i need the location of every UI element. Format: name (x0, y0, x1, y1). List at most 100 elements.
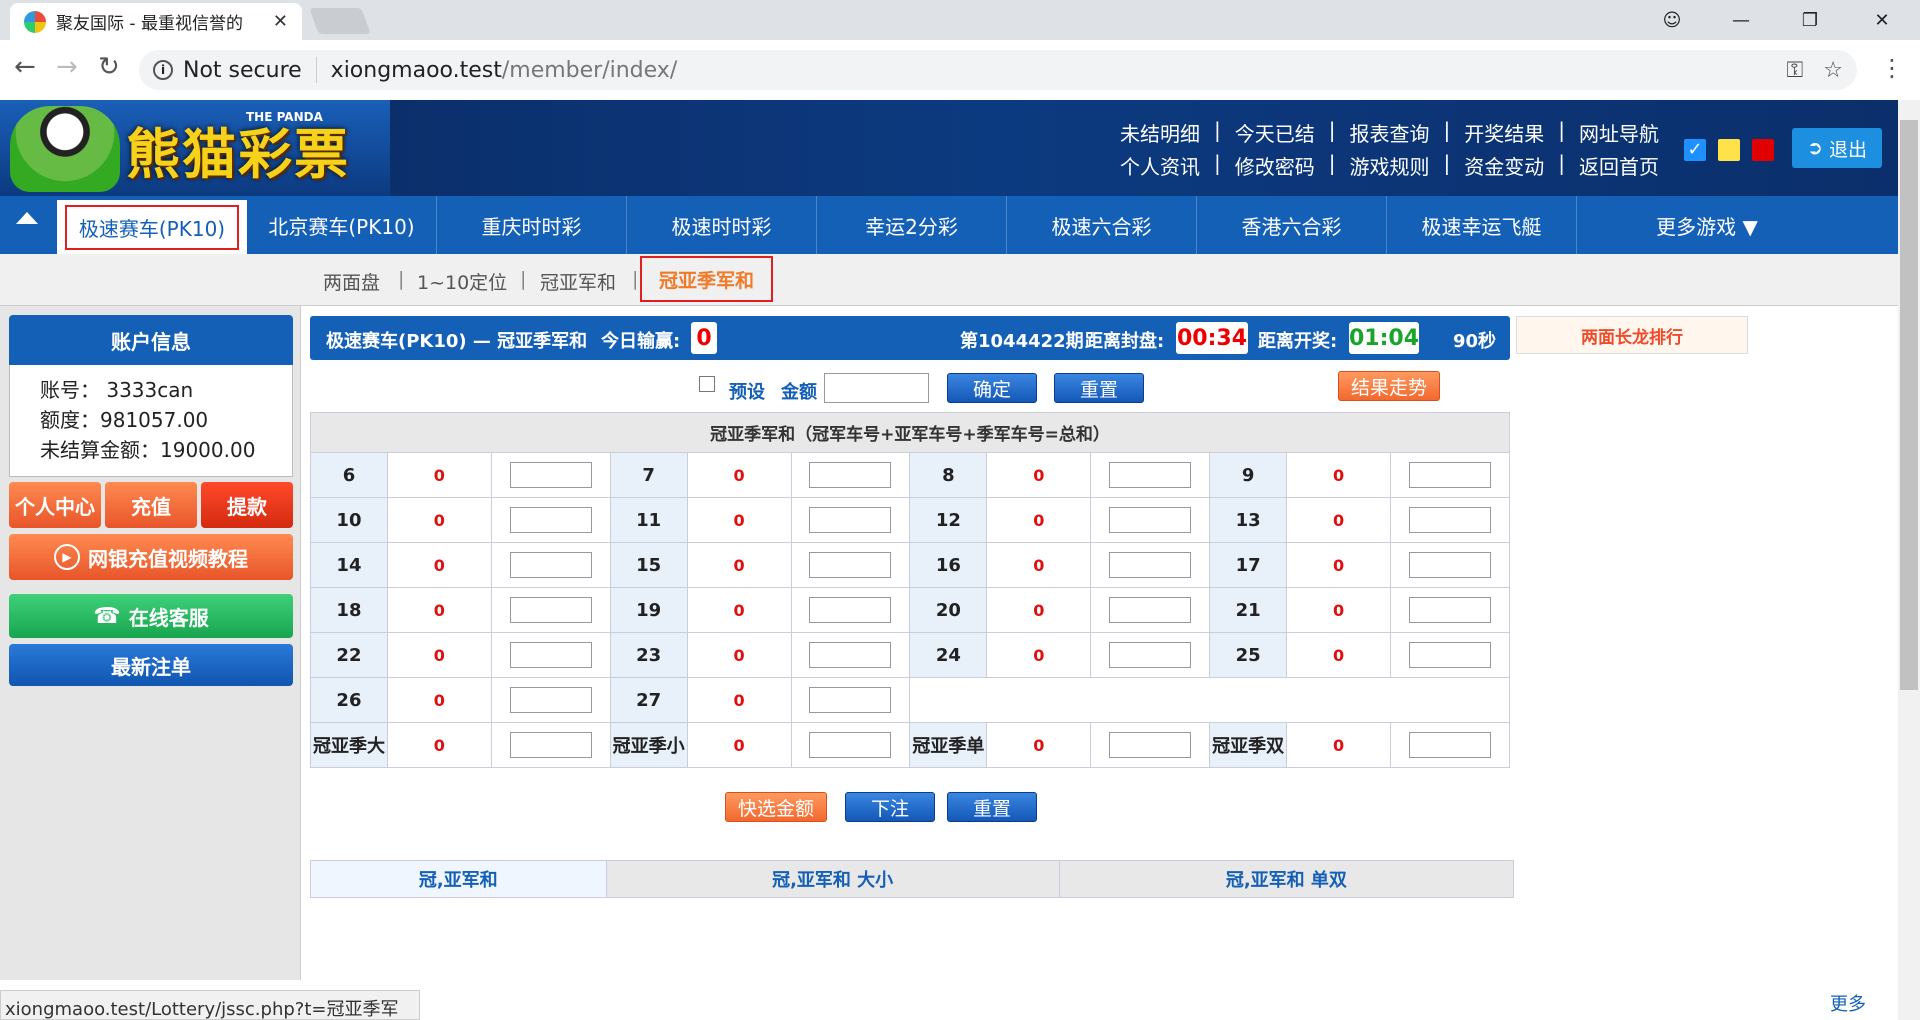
bet-amount-input[interactable] (809, 462, 892, 488)
bet-amount-cell (1389, 587, 1511, 633)
back-icon[interactable]: ← (14, 52, 36, 82)
bet-amount-input[interactable] (809, 507, 892, 533)
new-tab-button[interactable] (309, 8, 371, 34)
more-games-dropdown[interactable]: 更多游戏 ▼ (1577, 196, 1837, 254)
browser-menu-icon[interactable]: ⋮ (1880, 54, 1904, 82)
nav-item-active[interactable]: 极速赛车(PK10) (57, 200, 247, 254)
preset-checkbox[interactable] (699, 376, 715, 392)
forward-icon[interactable]: → (56, 52, 78, 82)
bet-amount-input[interactable] (1109, 597, 1192, 623)
theme-red-swatch[interactable] (1752, 139, 1774, 161)
trend-button[interactable]: 结果走势 (1338, 371, 1440, 401)
bet-number: 17 (1209, 542, 1288, 588)
place-bet-button[interactable]: 下注 (845, 792, 935, 822)
key-icon[interactable]: ⚿ (1787, 58, 1804, 83)
minimize-icon[interactable]: — (1715, 0, 1767, 40)
browser-tab[interactable]: 聚友国际 - 最重视信誉的 ✕ (10, 3, 302, 40)
theme-yellow-swatch[interactable] (1718, 139, 1740, 161)
header-link[interactable]: 返回首页 (1579, 151, 1659, 180)
nav-item[interactable]: 香港六合彩 (1197, 196, 1387, 254)
tab-close-icon[interactable]: ✕ (273, 11, 288, 32)
nav-item[interactable]: 极速时时彩 (627, 196, 817, 254)
header-link[interactable]: 今天已结 (1235, 118, 1315, 147)
nav-item[interactable]: 北京赛车(PK10) (247, 196, 437, 254)
bet-amount-input[interactable] (1109, 462, 1192, 488)
restore-icon[interactable]: ❐ (1784, 0, 1836, 40)
reload-icon[interactable]: ↻ (98, 52, 120, 82)
bet-amount-cell (490, 677, 611, 723)
bottom-reset-button[interactable]: 重置 (947, 792, 1037, 822)
bet-amount-input[interactable] (1408, 462, 1491, 488)
bet-number: 冠亚季大 (310, 722, 388, 768)
address-bar[interactable]: i Not secure xiongmaoo.test/member/index… (139, 50, 1857, 90)
subnav-item[interactable]: 冠亚军和 (540, 268, 616, 295)
bet-amount-input[interactable] (509, 732, 592, 758)
collapse-arrow-icon[interactable] (16, 212, 38, 224)
bet-amount-input[interactable] (1408, 507, 1491, 533)
quick-amount-button[interactable]: 快选金额 (725, 792, 827, 822)
subnav-item-active[interactable]: 冠亚季军和 (640, 256, 773, 302)
nav-item[interactable]: 极速幸运飞艇 (1387, 196, 1577, 254)
bet-amount-input[interactable] (509, 552, 592, 578)
bet-amount-input[interactable] (509, 687, 592, 713)
stats-tab[interactable]: 冠,亚军和 单双 (1060, 861, 1513, 897)
bet-amount-input[interactable] (1408, 597, 1491, 623)
bet-amount-input[interactable] (509, 462, 592, 488)
deposit-button[interactable]: 充值 (105, 482, 197, 528)
bookmark-star-icon[interactable]: ☆ (1823, 58, 1843, 83)
header-link[interactable]: 报表查询 (1350, 118, 1430, 147)
theme-blue-checkbox[interactable]: ✓ (1684, 139, 1706, 161)
bet-amount-cell (1389, 452, 1511, 498)
site-logo[interactable]: 熊猫彩票 THE PANDA (0, 100, 390, 196)
bet-amount-input[interactable] (509, 597, 592, 623)
bet-amount-input[interactable] (809, 552, 892, 578)
bet-amount-input[interactable] (1408, 552, 1491, 578)
reset-button[interactable]: 重置 (1054, 373, 1144, 403)
nav-item[interactable]: 幸运2分彩 (817, 196, 1007, 254)
bet-amount-input[interactable] (809, 687, 892, 713)
more-link[interactable]: 更多 (1830, 990, 1866, 1016)
stats-tabs: 冠,亚军和 冠,亚军和 大小 冠,亚军和 单双 (310, 860, 1514, 898)
confirm-button[interactable]: 确定 (947, 373, 1037, 403)
bet-amount-input[interactable] (1109, 732, 1192, 758)
header-link[interactable]: 游戏规则 (1350, 151, 1430, 180)
personal-center-button[interactable]: 个人中心 (9, 482, 101, 528)
online-service-button[interactable]: ☎ 在线客服 (9, 594, 293, 638)
nav-item[interactable]: 重庆时时彩 (437, 196, 627, 254)
scrollbar-thumb[interactable] (1900, 120, 1918, 690)
bet-odds: 0 (986, 722, 1092, 768)
video-tutorial-button[interactable]: ▶ 网银充值视频教程 (9, 534, 293, 580)
header-link[interactable]: 开奖结果 (1464, 118, 1544, 147)
logout-button[interactable]: ➲ 退出 (1792, 128, 1882, 168)
subnav-item[interactable]: 1~10定位 (417, 268, 507, 295)
bet-amount-input[interactable] (1408, 732, 1491, 758)
bet-amount-input[interactable] (809, 597, 892, 623)
bet-amount-input[interactable] (509, 642, 592, 668)
bet-odds: 0 (686, 587, 792, 633)
bet-number: 冠亚季小 (609, 722, 688, 768)
bet-amount-input[interactable] (1109, 552, 1192, 578)
header-link[interactable]: 未结明细 (1120, 118, 1200, 147)
bet-amount-input[interactable] (809, 732, 892, 758)
bet-amount-input[interactable] (509, 507, 592, 533)
info-icon[interactable]: i (153, 60, 173, 80)
header-link[interactable]: 修改密码 (1235, 151, 1315, 180)
bet-amount-input[interactable] (1109, 642, 1192, 668)
window-close-icon[interactable]: ✕ (1856, 0, 1908, 40)
bet-amount-input[interactable] (1408, 642, 1491, 668)
amount-input[interactable] (824, 373, 929, 403)
bet-amount-input[interactable] (1109, 507, 1192, 533)
bet-amount-input[interactable] (809, 642, 892, 668)
header-link[interactable]: 个人资讯 (1120, 151, 1200, 180)
bet-number: 11 (609, 497, 688, 543)
withdraw-button[interactable]: 提款 (201, 482, 293, 528)
stats-tab[interactable]: 冠,亚军和 (311, 861, 607, 897)
dragon-ranking-title[interactable]: 两面长龙排行 (1516, 316, 1748, 354)
profile-icon[interactable]: ☺ (1646, 0, 1698, 40)
latest-bets-button[interactable]: 最新注单 (9, 644, 293, 686)
header-link[interactable]: 资金变动 (1464, 151, 1544, 180)
header-link[interactable]: 网址导航 (1579, 118, 1659, 147)
nav-item[interactable]: 极速六合彩 (1007, 196, 1197, 254)
subnav-item[interactable]: 两面盘 (323, 268, 380, 295)
stats-tab[interactable]: 冠,亚军和 大小 (607, 861, 1060, 897)
